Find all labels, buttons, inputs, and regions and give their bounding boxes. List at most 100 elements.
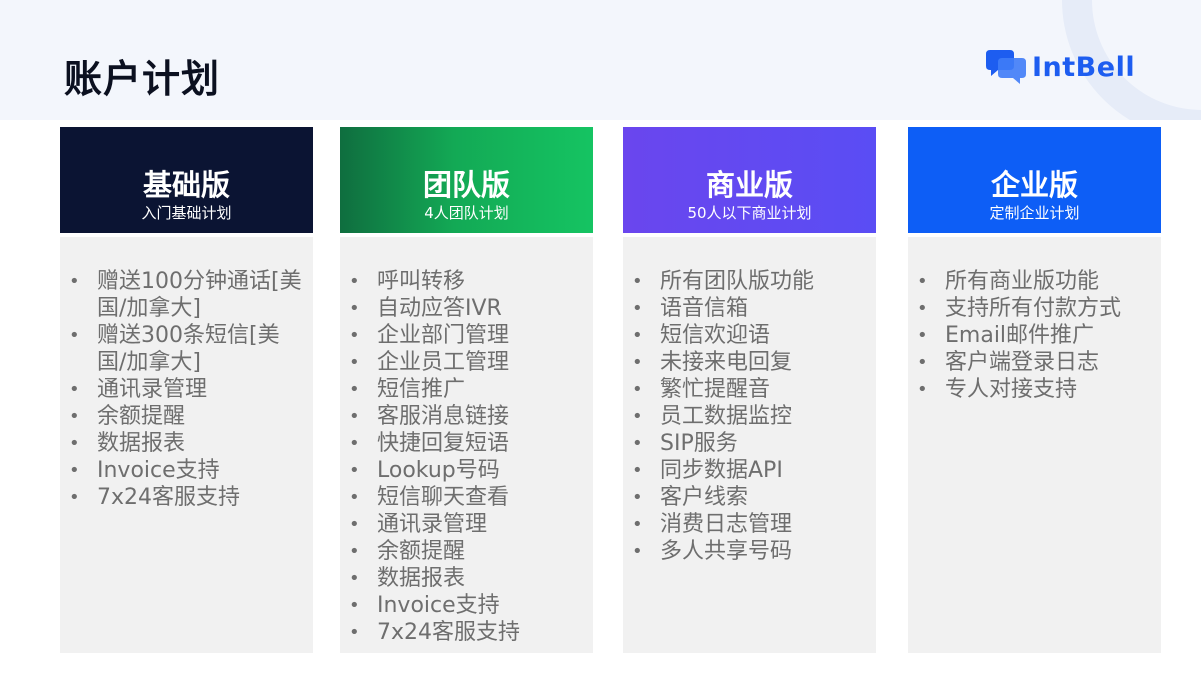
plan-subtitle: 定制企业计划: [989, 204, 1080, 222]
bullet-icon: •: [349, 541, 360, 562]
feature-label: Invoice支持: [97, 458, 220, 483]
feature-label: 7x24客服支持: [377, 620, 521, 645]
feature-item: • 数据报表: [340, 565, 593, 592]
feature-label: 自动应答IVR: [377, 296, 502, 321]
feature-label: 专人对接支持: [945, 377, 1078, 402]
feature-label: 客服消息链接: [377, 404, 510, 429]
feature-label: 7x24客服支持: [97, 485, 241, 510]
feature-item: • Invoice支持: [60, 457, 313, 484]
feature-item: • 短信聊天查看: [340, 484, 593, 511]
feature-label: Email邮件推广: [945, 323, 1095, 348]
feature-item: • 多人共享号码: [623, 538, 876, 565]
feature-item: • 短信推广: [340, 376, 593, 403]
bullet-icon: •: [69, 487, 80, 508]
feature-item: • 通讯录管理: [60, 376, 313, 403]
bullet-icon: •: [349, 514, 360, 535]
bullet-icon: •: [632, 460, 643, 481]
feature-label: 客户端登录日志: [945, 350, 1100, 375]
feature-list: • 赠送100分钟通话[美国/加拿大] • 赠送300条短信[美国/加拿大] • 通讯录管…: [60, 268, 313, 511]
feature-list: • 所有商业版功能 • 支持所有付款方式 • Email邮件推广 • 客户端登录日志 • 专人对接…: [908, 268, 1161, 403]
feature-label: 客户线索: [660, 485, 749, 510]
feature-item: • 支持所有付款方式: [908, 295, 1161, 322]
feature-item: • 企业部门管理: [340, 322, 593, 349]
bullet-icon: •: [349, 487, 360, 508]
feature-item: • 同步数据API: [623, 457, 876, 484]
feature-label: 余额提醒: [377, 539, 466, 564]
bullet-icon: •: [349, 298, 360, 319]
plan-header-team: 团队版 4人团队计划: [340, 127, 593, 233]
bullet-icon: •: [917, 298, 928, 319]
bullet-icon: •: [349, 325, 360, 346]
feature-label: 同步数据API: [660, 458, 783, 483]
feature-label: 通讯录管理: [97, 377, 208, 402]
bullet-icon: •: [632, 271, 643, 292]
brand-logo: IntBell: [986, 48, 1135, 86]
feature-label: 赠送300条短信[美国/加拿大]: [97, 323, 280, 375]
feature-item: • 客户线索: [623, 484, 876, 511]
feature-item: • 未接来电回复: [623, 349, 876, 376]
bullet-icon: •: [632, 406, 643, 427]
feature-label: 企业部门管理: [377, 323, 510, 348]
plan-features-business: • 所有团队版功能 • 语音信箱 • 短信欢迎语 • 未接来电回复 • 繁忙提醒音 • 员工数据监控 •…: [623, 237, 876, 653]
feature-label: 未接来电回复: [660, 350, 793, 375]
feature-item: • Invoice支持: [340, 592, 593, 619]
feature-label: 繁忙提醒音: [660, 377, 771, 402]
feature-label: 数据报表: [377, 566, 466, 591]
bullet-icon: •: [632, 487, 643, 508]
feature-label: 所有商业版功能: [945, 269, 1100, 294]
feature-item: • 呼叫转移: [340, 268, 593, 295]
bullet-icon: •: [349, 622, 360, 643]
feature-label: 多人共享号码: [660, 539, 793, 564]
bullet-icon: •: [632, 514, 643, 535]
plan-features-basic: • 赠送100分钟通话[美国/加拿大] • 赠送300条短信[美国/加拿大] • 通讯录管…: [60, 237, 313, 653]
bullet-icon: •: [349, 433, 360, 454]
chat-bubble-icon: [986, 50, 1026, 84]
feature-label: 数据报表: [97, 431, 186, 456]
feature-list: • 所有团队版功能 • 语音信箱 • 短信欢迎语 • 未接来电回复 • 繁忙提醒音 • 员工数据监控 •…: [623, 268, 876, 565]
feature-item: • 赠送100分钟通话[美国/加拿大]: [60, 268, 313, 322]
bullet-icon: •: [349, 352, 360, 373]
feature-item: • 短信欢迎语: [623, 322, 876, 349]
bullet-icon: •: [349, 406, 360, 427]
feature-label: 员工数据监控: [660, 404, 793, 429]
feature-item: • Lookup号码: [340, 457, 593, 484]
plan-header-enterprise: 企业版 定制企业计划: [908, 127, 1161, 233]
plan-header-business: 商业版 50人以下商业计划: [623, 127, 876, 233]
bullet-icon: •: [632, 352, 643, 373]
brand-name: IntBell: [1032, 51, 1136, 83]
bullet-icon: •: [69, 271, 80, 292]
bullet-icon: •: [349, 271, 360, 292]
feature-item: • 专人对接支持: [908, 376, 1161, 403]
feature-label: 余额提醒: [97, 404, 186, 429]
feature-item: • 客服消息链接: [340, 403, 593, 430]
feature-item: • 繁忙提醒音: [623, 376, 876, 403]
feature-label: 短信欢迎语: [660, 323, 771, 348]
feature-label: 语音信箱: [660, 296, 749, 321]
bullet-icon: •: [917, 271, 928, 292]
feature-label: 呼叫转移: [377, 269, 466, 294]
plan-name: 团队版: [422, 168, 510, 202]
plan-subtitle: 50人以下商业计划: [687, 204, 812, 222]
bullet-icon: •: [69, 433, 80, 454]
page-title: 账户计划: [64, 57, 221, 101]
feature-item: • 快捷回复短语: [340, 430, 593, 457]
feature-label: SIP服务: [660, 431, 738, 456]
bullet-icon: •: [69, 325, 80, 346]
feature-item: • 通讯录管理: [340, 511, 593, 538]
bullet-icon: •: [69, 379, 80, 400]
feature-label: 消费日志管理: [660, 512, 793, 537]
plan-header-basic: 基础版 入门基础计划: [60, 127, 313, 233]
feature-item: • 语音信箱: [623, 295, 876, 322]
feature-label: 所有团队版功能: [660, 269, 815, 294]
feature-label: 快捷回复短语: [377, 431, 510, 456]
plan-subtitle: 4人团队计划: [424, 204, 509, 222]
feature-label: 支持所有付款方式: [945, 296, 1122, 321]
feature-label: 企业员工管理: [377, 350, 510, 375]
bullet-icon: •: [349, 568, 360, 589]
plan-name: 商业版: [705, 168, 793, 202]
feature-item: • 7x24客服支持: [60, 484, 313, 511]
bullet-icon: •: [349, 460, 360, 481]
bullet-icon: •: [632, 433, 643, 454]
feature-item: • 自动应答IVR: [340, 295, 593, 322]
feature-item: • 所有商业版功能: [908, 268, 1161, 295]
